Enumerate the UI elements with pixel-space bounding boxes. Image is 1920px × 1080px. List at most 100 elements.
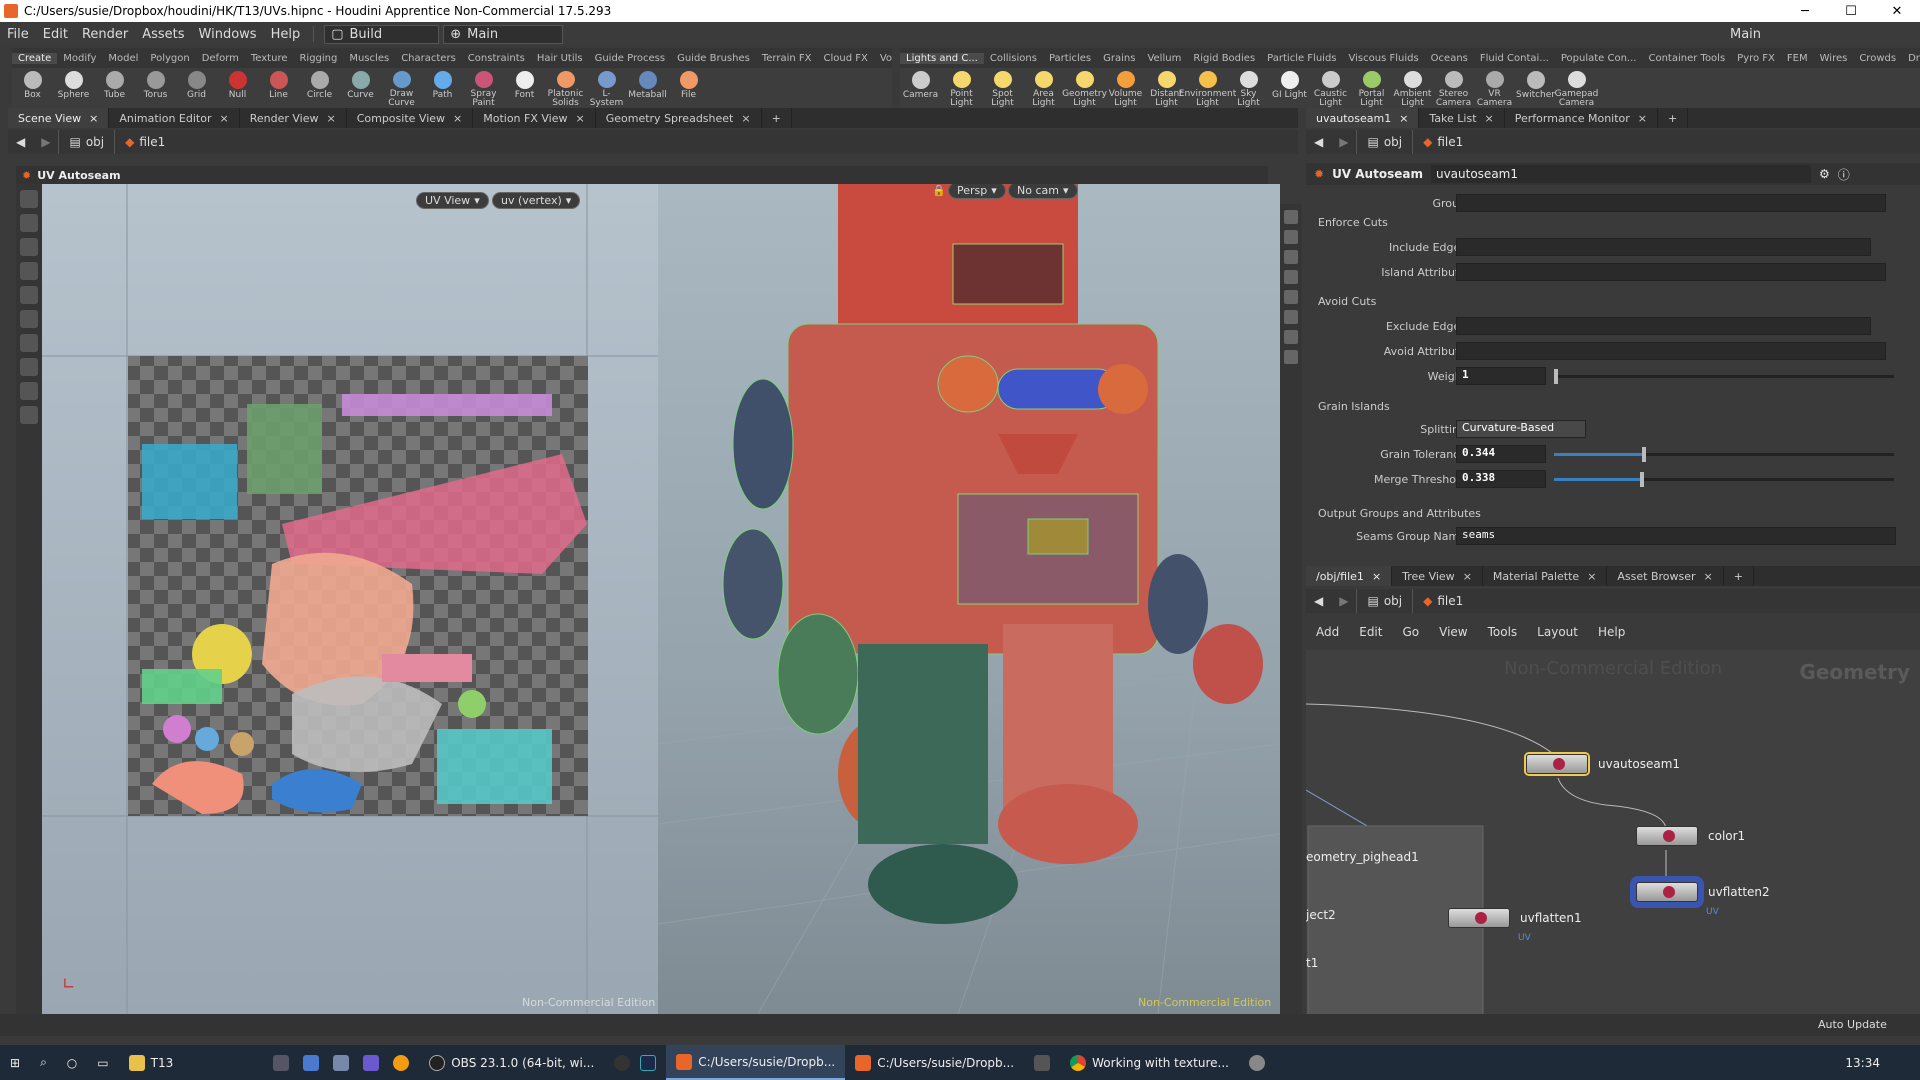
3d-viewport[interactable]: 🔒 Persp ▾ No cam ▾ Non-Commercial Edition — [658, 184, 1280, 1014]
shelf-tab-terrain-fx[interactable]: Terrain FX — [756, 53, 818, 64]
normals-icon[interactable] — [1284, 330, 1298, 344]
context-select[interactable]: ⊕ Main — [443, 24, 564, 44]
crumb-obj[interactable]: ▤ obj — [1356, 589, 1412, 613]
camera-icon[interactable] — [1284, 350, 1298, 364]
menu-windows[interactable]: Windows — [192, 27, 264, 42]
tool-point-light[interactable]: Point Light — [941, 68, 982, 108]
uv-viewport[interactable]: UV View ▾ uv (vertex) ▾ ∟ Non-Commercial E… — [42, 184, 658, 1014]
shelf-tab-populate-con[interactable]: Populate Con... — [1555, 53, 1643, 64]
node-name-field[interactable]: uvautoseam1 — [1430, 165, 1811, 183]
net-menu-tools[interactable]: Tools — [1478, 625, 1528, 639]
tool-draw-curve[interactable]: Draw Curve — [381, 68, 422, 108]
menu-edit[interactable]: Edit — [36, 27, 75, 42]
handle-tool-icon[interactable] — [20, 286, 38, 304]
taskbar-item-t13[interactable]: T13 — [119, 1045, 184, 1080]
seams-group-field[interactable]: seams — [1456, 527, 1896, 545]
uv-view-dropdown[interactable]: UV View ▾ — [416, 192, 489, 209]
shading-icon[interactable] — [1284, 250, 1298, 264]
menu-help[interactable]: Help — [264, 27, 308, 42]
maximize-icon[interactable]: ☐ — [1828, 0, 1874, 22]
scale-tool-icon[interactable] — [20, 262, 38, 280]
tool-platonic-solids[interactable]: Platonic Solids — [545, 68, 586, 108]
shelf-tab-deform[interactable]: Deform — [196, 53, 245, 64]
crumb-file1[interactable]: ◆ file1 — [1412, 589, 1473, 613]
close-tab-icon[interactable]: × — [1704, 570, 1713, 583]
search-icon[interactable]: ⌕ — [30, 1045, 57, 1080]
app-icon[interactable] — [363, 1054, 380, 1071]
pane-tab-take-list[interactable]: Take List × — [1419, 108, 1505, 128]
avoid-attr-field[interactable] — [1456, 342, 1886, 360]
shelf-tab-pyro-fx[interactable]: Pyro FX — [1731, 53, 1781, 64]
shelf-tab-guide-brushes[interactable]: Guide Brushes — [671, 53, 756, 64]
shelf-tab-model[interactable]: Model — [102, 53, 144, 64]
tool-sphere[interactable]: Sphere — [53, 68, 94, 108]
tool-circle[interactable]: Circle — [299, 68, 340, 108]
desktop-select[interactable]: ▢ Build — [324, 24, 440, 44]
node-color1[interactable]: color1 — [1636, 826, 1745, 846]
shelf-tab-guide-process[interactable]: Guide Process — [589, 53, 671, 64]
shelf-tab-cloud-fx[interactable]: Cloud FX — [817, 53, 873, 64]
tool-font[interactable]: Font — [504, 68, 545, 108]
network-editor[interactable]: Non-Commercial Edition Geometry uvautose… — [1306, 650, 1920, 1014]
shelf-tab-modify[interactable]: Modify — [57, 53, 102, 64]
minimize-icon[interactable]: ─ — [1782, 0, 1828, 22]
shelf-tab-muscles[interactable]: Muscles — [343, 53, 395, 64]
grain-tolerance-slider[interactable] — [1554, 447, 1894, 462]
pane-tab-performance-monitor[interactable]: Performance Monitor × — [1505, 108, 1659, 128]
task-view-icon[interactable]: ▭ — [87, 1045, 118, 1080]
shelf-tab-particles[interactable]: Particles — [1043, 53, 1097, 64]
cortana-icon[interactable]: ○ — [57, 1045, 87, 1080]
shelf-tab-rigging[interactable]: Rigging — [293, 53, 343, 64]
tool-box[interactable]: Box — [12, 68, 53, 108]
shelf-tab-fem[interactable]: FEM — [1781, 53, 1814, 64]
help-icon[interactable]: ⓘ — [1838, 166, 1850, 183]
tool-sky-light[interactable]: Sky Light — [1228, 68, 1269, 108]
tool-curve[interactable]: Curve — [340, 68, 381, 108]
grid-icon[interactable] — [1284, 290, 1298, 304]
view-tool-icon[interactable] — [20, 334, 38, 352]
shelf-tab-rigid-bodies[interactable]: Rigid Bodies — [1187, 53, 1261, 64]
close-tab-icon[interactable]: × — [1399, 112, 1408, 125]
pane-tab-uvautoseam1[interactable]: uvautoseam1 × — [1306, 108, 1420, 128]
taskbar-item-obs[interactable]: OBS 23.1.0 (64-bit, wi... — [419, 1045, 604, 1080]
crumb-obj[interactable]: ▤ obj — [1356, 130, 1412, 154]
shelf-tab-create[interactable]: Create — [12, 52, 58, 64]
close-tab-icon[interactable]: × — [576, 112, 585, 125]
clock[interactable]: 13:34 — [1835, 1045, 1890, 1080]
start-icon[interactable]: ⊞ — [0, 1045, 30, 1080]
shelf-tab-container-tools[interactable]: Container Tools — [1642, 53, 1731, 64]
tool-line[interactable]: Line — [258, 68, 299, 108]
calculator-icon[interactable] — [1024, 1045, 1060, 1080]
forward-icon[interactable]: ▶ — [1331, 135, 1356, 149]
merge-threshold-slider[interactable] — [1554, 472, 1894, 487]
lights-icon[interactable] — [1284, 270, 1298, 284]
back-icon[interactable]: ◀ — [1306, 594, 1331, 608]
points-icon[interactable] — [1284, 310, 1298, 324]
shelf-tab-vellum[interactable]: Vellum — [1141, 53, 1187, 64]
back-icon[interactable]: ◀ — [8, 135, 33, 149]
shelf-tab-fluid-contai[interactable]: Fluid Contai... — [1474, 53, 1555, 64]
weight-slider[interactable] — [1554, 369, 1894, 384]
tool-tube[interactable]: Tube — [94, 68, 135, 108]
tool-l-system[interactable]: L-System — [586, 68, 627, 108]
net-menu-help[interactable]: Help — [1588, 625, 1635, 639]
pane-tab-obj-file1[interactable]: /obj/file1 × — [1306, 566, 1393, 586]
snap-tool-icon[interactable] — [20, 382, 38, 400]
uv-attribute-dropdown[interactable]: uv (vertex) ▾ — [492, 192, 581, 209]
move-tool-icon[interactable] — [20, 214, 38, 232]
app-icon[interactable] — [333, 1054, 350, 1071]
tool-portal-light[interactable]: Portal Light — [1351, 68, 1392, 108]
shelf-tab-constraints[interactable]: Constraints — [462, 53, 531, 64]
shelf-tab-grains[interactable]: Grains — [1097, 53, 1141, 64]
close-tab-icon[interactable]: × — [1638, 112, 1647, 125]
app-icon[interactable] — [614, 1054, 631, 1071]
tool-switcher[interactable]: Switcher — [1515, 68, 1556, 108]
tool-environment-light[interactable]: Environment Light — [1179, 68, 1236, 108]
gear-icon[interactable]: ⚙ — [1819, 167, 1830, 181]
wireframe-icon[interactable] — [1284, 230, 1298, 244]
tool-gi-light[interactable]: GI Light — [1269, 68, 1310, 108]
close-tab-icon[interactable]: × — [89, 112, 98, 125]
shelf-tab-oceans[interactable]: Oceans — [1425, 53, 1474, 64]
island-attr-field[interactable] — [1456, 263, 1886, 281]
forward-icon[interactable]: ▶ — [1331, 594, 1356, 608]
